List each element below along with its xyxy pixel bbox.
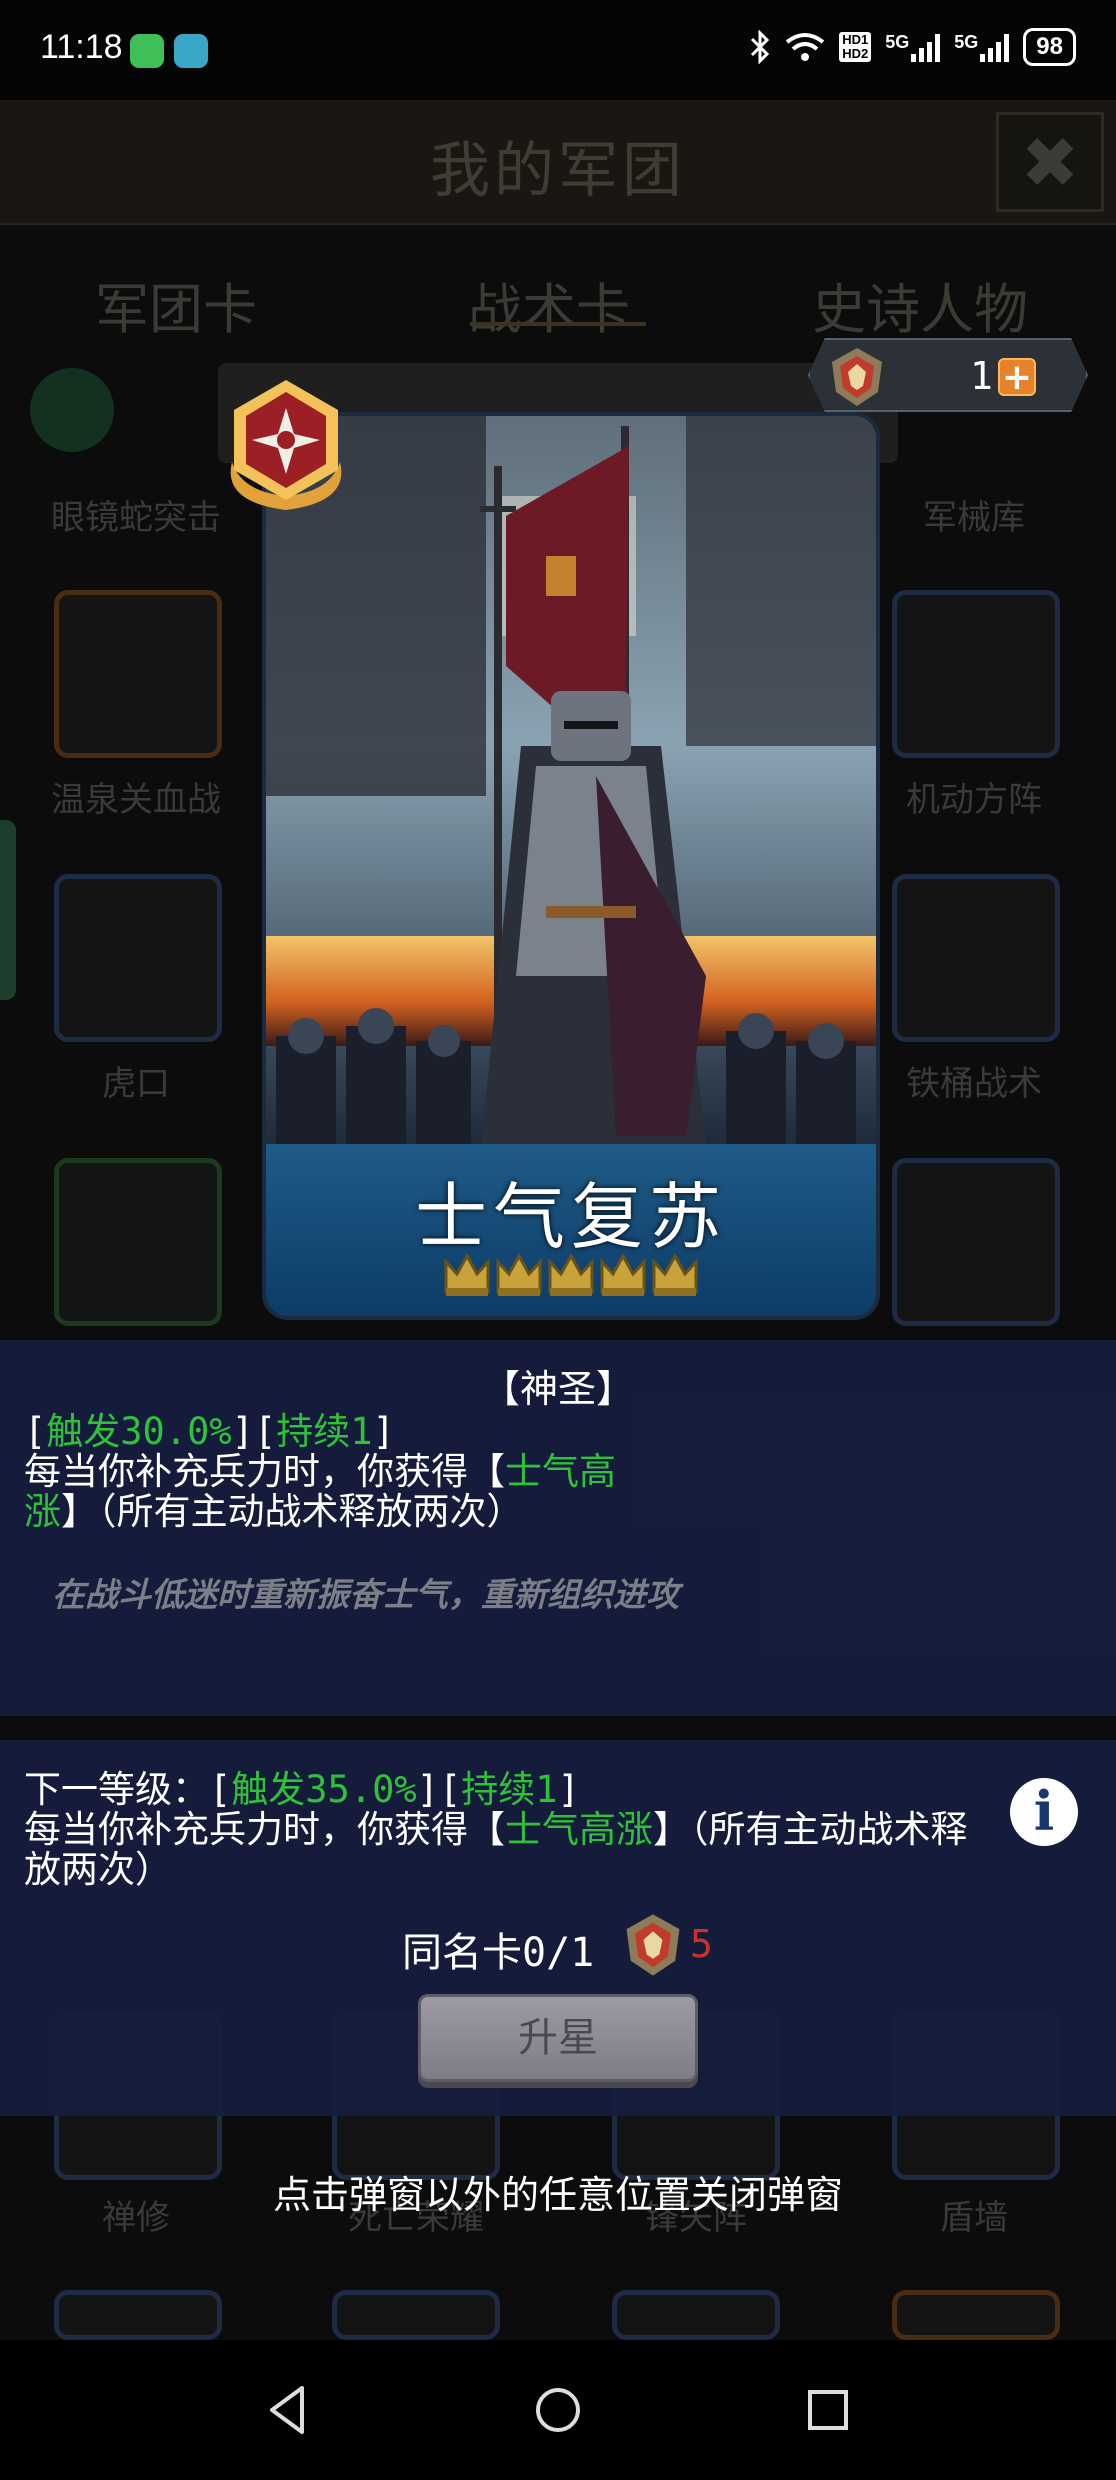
crown-icon	[652, 1252, 698, 1296]
bg-item-tile	[54, 874, 222, 1042]
next-buff-name: 士气高涨	[505, 1808, 653, 1851]
hd-indicator: HD1 HD2	[839, 32, 872, 62]
bg-item-tile	[54, 1158, 222, 1326]
emblem-icon	[230, 380, 342, 510]
bg-tab-bar: 军团卡 战术卡 史诗人物	[0, 225, 1116, 355]
bg-item-tile	[612, 2290, 780, 2340]
star-rating	[442, 1248, 700, 1300]
duplicate-cost: 5	[690, 1922, 713, 1966]
trigger-chance: 触发30.0%	[46, 1410, 232, 1453]
bg-item-tile	[892, 874, 1060, 1042]
flavor-text: 在战斗低迷时重新振奋士气，重新组织进攻	[52, 1575, 679, 1614]
tactic-card: 士气复苏	[262, 412, 880, 1320]
bg-item-tile	[54, 590, 222, 758]
bg-item-label: 铁桶战术	[906, 1064, 1042, 1104]
signal-1: 5G	[885, 32, 941, 62]
bg-item-tile	[54, 2290, 222, 2340]
bg-close-button: ✖	[996, 112, 1104, 212]
upgrade-star-button[interactable]: 升星	[418, 1994, 698, 2082]
bg-item-tile	[892, 590, 1060, 758]
card-category: 【神圣】	[481, 1367, 634, 1411]
signal-2: 5G	[954, 32, 1010, 62]
bg-side-handle	[0, 820, 16, 1000]
recents-icon[interactable]	[798, 2380, 858, 2440]
bg-item-label: 温泉关血战	[51, 780, 221, 820]
crown-icon	[444, 1252, 490, 1296]
crown-icon	[548, 1252, 594, 1296]
status-bar: 11:18 HD1 HD2 5G 5G 98	[0, 0, 1116, 100]
plus-icon[interactable]: +	[998, 358, 1036, 396]
next-trigger-chance: 触发35.0%	[231, 1768, 417, 1811]
wifi-icon	[786, 33, 825, 61]
back-icon[interactable]	[258, 2380, 318, 2440]
bluetooth-icon	[751, 30, 770, 64]
bg-item-label: 军械库	[923, 498, 1025, 538]
bg-item-tile	[892, 1158, 1060, 1326]
card-count-box: 1 +	[808, 338, 1088, 412]
status-icons: HD1 HD2 5G 5G 98	[749, 28, 1076, 66]
app-notification-icon	[174, 34, 208, 68]
card-count-value: 1	[970, 354, 993, 398]
crest-icon	[832, 348, 882, 406]
home-icon[interactable]	[528, 2380, 588, 2440]
bg-item-label: 机动方阵	[906, 780, 1042, 820]
card-artwork	[266, 416, 876, 1146]
status-time: 11:18	[40, 28, 123, 66]
bg-item-tile	[332, 2290, 500, 2340]
battery-indicator: 98	[1023, 28, 1076, 66]
bg-header: 我的军团 ✖	[0, 100, 1116, 225]
bg-page-title: 我的军团	[430, 136, 686, 206]
system-nav-bar	[0, 2340, 1116, 2480]
duration: 持续1	[276, 1410, 373, 1453]
bg-item-tile	[892, 2290, 1060, 2340]
info-icon[interactable]: i	[1010, 1778, 1078, 1846]
duplicate-card-label: 同名卡0/1	[402, 1930, 595, 1976]
crest-icon	[626, 1914, 680, 1976]
bg-menu-button	[30, 368, 114, 452]
bg-tab-epic-heroes: 史诗人物	[812, 278, 1028, 341]
next-level-text: 下一等级：[触发35.0%][持续1] 每当你补充兵力时，你获得【士气高涨】（所…	[24, 1768, 968, 1891]
crown-icon	[600, 1252, 646, 1296]
bg-tab-legion-cards: 军团卡	[95, 278, 257, 341]
close-hint[interactable]: 点击弹窗以外的任意位置关闭弹窗	[0, 2164, 1116, 2219]
next-duration: 持续1	[461, 1768, 558, 1811]
messenger-app-icon	[130, 34, 164, 68]
bg-tab-tactic-cards: 战术卡	[468, 278, 630, 341]
bg-tab-underline	[470, 322, 646, 326]
crown-icon	[496, 1252, 542, 1296]
bg-item-label: 虎口	[102, 1064, 170, 1104]
current-effect-text: [触发30.0%][持续1] 每当你补充兵力时，你获得【士气高涨】（所有主动战术…	[24, 1410, 616, 1533]
